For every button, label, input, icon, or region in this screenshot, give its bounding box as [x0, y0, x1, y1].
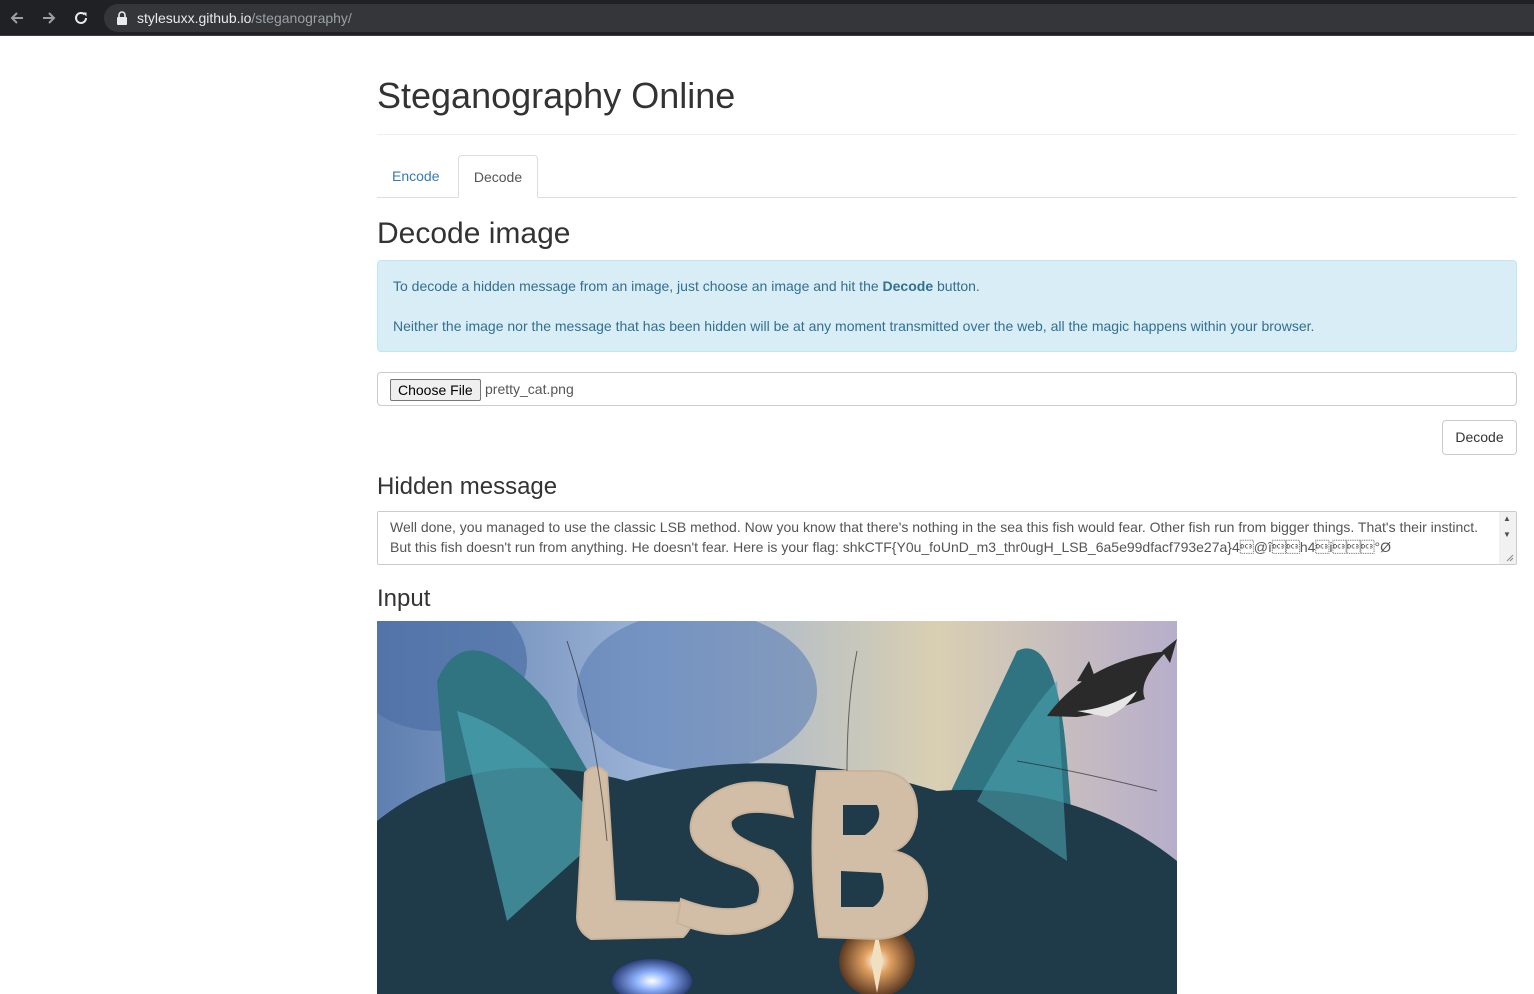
hidden-message-heading: Hidden message: [377, 473, 558, 500]
info-decode-bold: Decode: [882, 278, 934, 294]
url-host: stylesuxx.github.io: [137, 10, 252, 26]
resize-handle-icon[interactable]: [1506, 554, 1514, 562]
tab-decode[interactable]: Decode: [458, 155, 538, 198]
arrow-left-icon[interactable]: [5, 6, 29, 30]
hidden-message-text: Well done, you managed to use the classi…: [390, 519, 1482, 555]
reload-icon[interactable]: [69, 6, 93, 30]
info-line-2: Neither the image nor the message that h…: [393, 318, 1315, 334]
scroll-up-icon[interactable]: ▲: [1503, 514, 1511, 523]
page-title: Steganography Online: [377, 75, 736, 116]
url-path: /steganography/: [251, 10, 352, 26]
cat-image: [377, 621, 1177, 994]
info-text-end: button.: [933, 278, 980, 294]
arrow-right-icon[interactable]: [37, 6, 61, 30]
decode-heading: Decode image: [377, 217, 571, 250]
browser-toolbar: stylesuxx.github.io/steganography/: [0, 0, 1534, 36]
url-text: stylesuxx.github.io/steganography/: [137, 10, 352, 26]
address-bar[interactable]: stylesuxx.github.io/steganography/: [104, 4, 1534, 32]
lock-icon: [116, 11, 128, 30]
info-line-1: To decode a hidden message from an image…: [393, 278, 1501, 295]
title-divider: [377, 134, 1517, 135]
choose-file-button[interactable]: Choose File: [390, 379, 481, 401]
scroll-down-icon[interactable]: ▼: [1503, 530, 1511, 539]
file-name: pretty_cat.png: [485, 381, 574, 397]
tab-encode[interactable]: Encode: [377, 155, 454, 197]
input-image: [377, 621, 1177, 994]
input-heading: Input: [377, 585, 431, 612]
tab-bar: Encode Decode: [377, 155, 1517, 198]
file-input[interactable]: Choose File pretty_cat.png: [377, 372, 1517, 406]
info-alert: To decode a hidden message from an image…: [377, 260, 1517, 352]
hidden-message-textarea[interactable]: Well done, you managed to use the classi…: [377, 511, 1517, 565]
decode-button[interactable]: Decode: [1442, 420, 1517, 455]
info-text: To decode a hidden message from an image…: [393, 278, 883, 294]
